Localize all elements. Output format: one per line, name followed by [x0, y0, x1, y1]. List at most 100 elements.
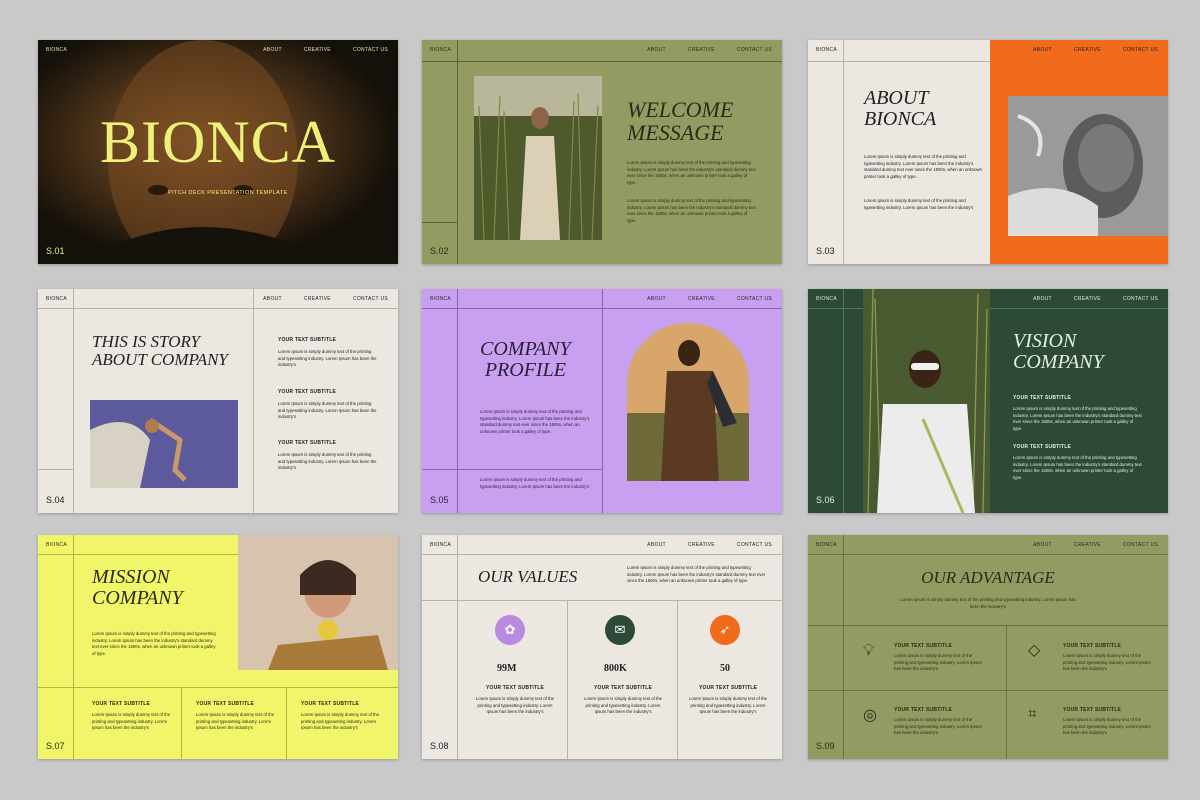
nav-about-link[interactable]: ABOUT [647, 542, 666, 548]
divider [808, 61, 990, 62]
subtitle: YOUR TEXT SUBTITLE [1013, 444, 1072, 450]
nav-about-link[interactable]: ABOUT [263, 47, 282, 53]
divider [602, 289, 603, 513]
nav-contact-link[interactable]: CONTACT US [1123, 47, 1158, 53]
slide-title: WELCOME MESSAGE [627, 98, 733, 144]
advantage-block: YOUR TEXT SUBTITLE Lorem Ipsum is simply… [1063, 643, 1155, 673]
brand-label: BIONCA [816, 542, 837, 548]
nav-links: ABOUT CREATIVE CONTACT US [647, 296, 772, 302]
nav-about-link[interactable]: ABOUT [263, 296, 282, 302]
nav-creative-link[interactable]: CREATIVE [304, 296, 331, 302]
subtitle-block: YOUR TEXT SUBTITLE Lorem Ipsum is simply… [1013, 444, 1143, 482]
nav-links: ABOUT CREATIVE CONTACT US [263, 296, 388, 302]
nav-contact-link[interactable]: CONTACT US [353, 296, 388, 302]
brand-label: BIONCA [46, 542, 67, 548]
subtitle: YOUR TEXT SUBTITLE [894, 707, 953, 713]
nav-about-link[interactable]: ABOUT [1033, 296, 1052, 302]
divider [38, 469, 73, 470]
nav-creative-link[interactable]: CREATIVE [688, 47, 715, 53]
mail-icon: ✉ [605, 615, 635, 645]
nav-links: ABOUT CREATIVE CONTACT US [1033, 542, 1158, 548]
nav-creative-link[interactable]: CREATIVE [688, 542, 715, 548]
cover-tagline: PITCH DECK PRESENTATION TEMPLATE [168, 190, 288, 196]
subtitle: YOUR TEXT SUBTITLE [1063, 707, 1122, 713]
nav-contact-link[interactable]: CONTACT US [737, 47, 772, 53]
slide-05-profile[interactable]: BIONCA ABOUT CREATIVE CONTACT US COMPANY… [422, 289, 782, 513]
body-text: Lorem Ipsum is simply dummy text of the … [480, 477, 590, 489]
value-block: YOUR TEXT SUBTITLE Lorem Ipsum is simply… [582, 685, 664, 716]
title-line-1: VISION [1013, 330, 1077, 352]
divider [181, 687, 182, 759]
slide-title: THIS IS STORY ABOUT COMPANY [92, 333, 228, 369]
slide-01-cover[interactable]: BIONCA ABOUT CREATIVE CONTACT US BIONCA … [38, 40, 398, 264]
subtitle-block: YOUR TEXT SUBTITLE Lorem Ipsum is simply… [278, 337, 378, 369]
nav-about-link[interactable]: ABOUT [647, 296, 666, 302]
brand-label: BIONCA [816, 296, 837, 302]
subtitle: YOUR TEXT SUBTITLE [1013, 395, 1072, 401]
slide-number: S.03 [816, 246, 835, 256]
subtitle: YOUR TEXT SUBTITLE [278, 389, 337, 395]
subtitle: YOUR TEXT SUBTITLE [196, 701, 255, 707]
nav-contact-link[interactable]: CONTACT US [737, 296, 772, 302]
brand-label: BIONCA [46, 47, 67, 53]
divider [38, 687, 398, 688]
title-line-1: ABOUT [864, 87, 929, 109]
brand-label: BIONCA [46, 296, 67, 302]
nav-about-link[interactable]: ABOUT [1033, 542, 1052, 548]
slide-07-mission[interactable]: BIONCA MISSION COMPANY Lorem Ipsum is si… [38, 535, 398, 759]
advantage-block: YOUR TEXT SUBTITLE Lorem Ipsum is simply… [1063, 707, 1155, 737]
nav-contact-link[interactable]: CONTACT US [353, 47, 388, 53]
body-text: Lorem Ipsum is simply dummy text of the … [583, 696, 663, 715]
divider [253, 289, 254, 513]
nav-creative-link[interactable]: CREATIVE [1074, 47, 1101, 53]
slide-title: ABOUT BIONCA [864, 88, 936, 130]
nav-contact-link[interactable]: CONTACT US [737, 542, 772, 548]
value-block: YOUR TEXT SUBTITLE Lorem Ipsum is simply… [474, 685, 556, 716]
title-line-2: BIONCA [864, 108, 937, 130]
slide-title: MISSION COMPANY [92, 567, 183, 609]
slide-number: S.02 [430, 246, 449, 256]
slide-09-advantage[interactable]: BIONCA ABOUT CREATIVE CONTACT US OUR ADV… [808, 535, 1168, 759]
nav-links: ABOUT CREATIVE CONTACT US [647, 47, 772, 53]
slide-04-story[interactable]: BIONCA ABOUT CREATIVE CONTACT US THIS IS… [38, 289, 398, 513]
nav-creative-link[interactable]: CREATIVE [688, 296, 715, 302]
value-block: YOUR TEXT SUBTITLE Lorem Ipsum is simply… [687, 685, 769, 716]
slide-title: COMPANY PROFILE [480, 339, 571, 381]
nav-creative-link[interactable]: CREATIVE [1074, 542, 1101, 548]
body-text: Lorem Ipsum is simply dummy text of the … [627, 160, 756, 185]
slide-08-values[interactable]: BIONCA ABOUT CREATIVE CONTACT US OUR VAL… [422, 535, 782, 759]
slide-number: S.09 [816, 741, 835, 751]
divider [73, 535, 74, 759]
slide-03-about[interactable]: BIONCA ABOUT CREATIVE CONTACT US ABOUT B… [808, 40, 1168, 264]
divider [422, 600, 782, 601]
title-line-2: COMPANY [92, 587, 183, 609]
slide-number: S.04 [46, 495, 65, 505]
divider [422, 554, 782, 555]
cover-title: BIONCA [100, 109, 337, 175]
advantage-block: YOUR TEXT SUBTITLE Lorem Ipsum is simply… [894, 707, 984, 737]
body-text: Lorem Ipsum is simply dummy text of the … [894, 653, 982, 672]
subtitle: YOUR TEXT SUBTITLE [301, 701, 360, 707]
nav-about-link[interactable]: ABOUT [647, 47, 666, 53]
slide-06-vision[interactable]: BIONCA ABOUT CREATIVE CONTACT US VISION … [808, 289, 1168, 513]
body-text: Lorem Ipsum is simply dummy text of the … [278, 452, 377, 471]
body-text: Lorem Ipsum is simply dummy text of the … [1063, 717, 1151, 736]
body-text: Lorem Ipsum is simply dummy text of the … [301, 712, 380, 731]
slide-02-welcome[interactable]: BIONCA ABOUT CREATIVE CONTACT US WELCOME… [422, 40, 782, 264]
divider [457, 535, 458, 759]
title-line-2: ABOUT COMPANY [92, 349, 228, 369]
body-text: Lorem Ipsum is simply dummy text of the … [475, 696, 555, 715]
nav-about-link[interactable]: ABOUT [1033, 47, 1052, 53]
title-line-1: WELCOME [627, 97, 734, 122]
nav-creative-link[interactable]: CREATIVE [304, 47, 331, 53]
subtitle-block: YOUR TEXT SUBTITLE Lorem Ipsum is simply… [278, 440, 378, 472]
subtitle: YOUR TEXT SUBTITLE [593, 685, 653, 691]
title-line-1: MISSION [92, 566, 170, 588]
nav-contact-link[interactable]: CONTACT US [1123, 296, 1158, 302]
brand-label: BIONCA [430, 296, 451, 302]
nav-creative-link[interactable]: CREATIVE [1074, 296, 1101, 302]
nav-contact-link[interactable]: CONTACT US [1123, 542, 1158, 548]
title-line-2: PROFILE [484, 359, 566, 381]
body-text: Lorem Ipsum is simply dummy text of the … [894, 717, 982, 736]
lightbulb-icon: 💡︎ [863, 642, 875, 659]
